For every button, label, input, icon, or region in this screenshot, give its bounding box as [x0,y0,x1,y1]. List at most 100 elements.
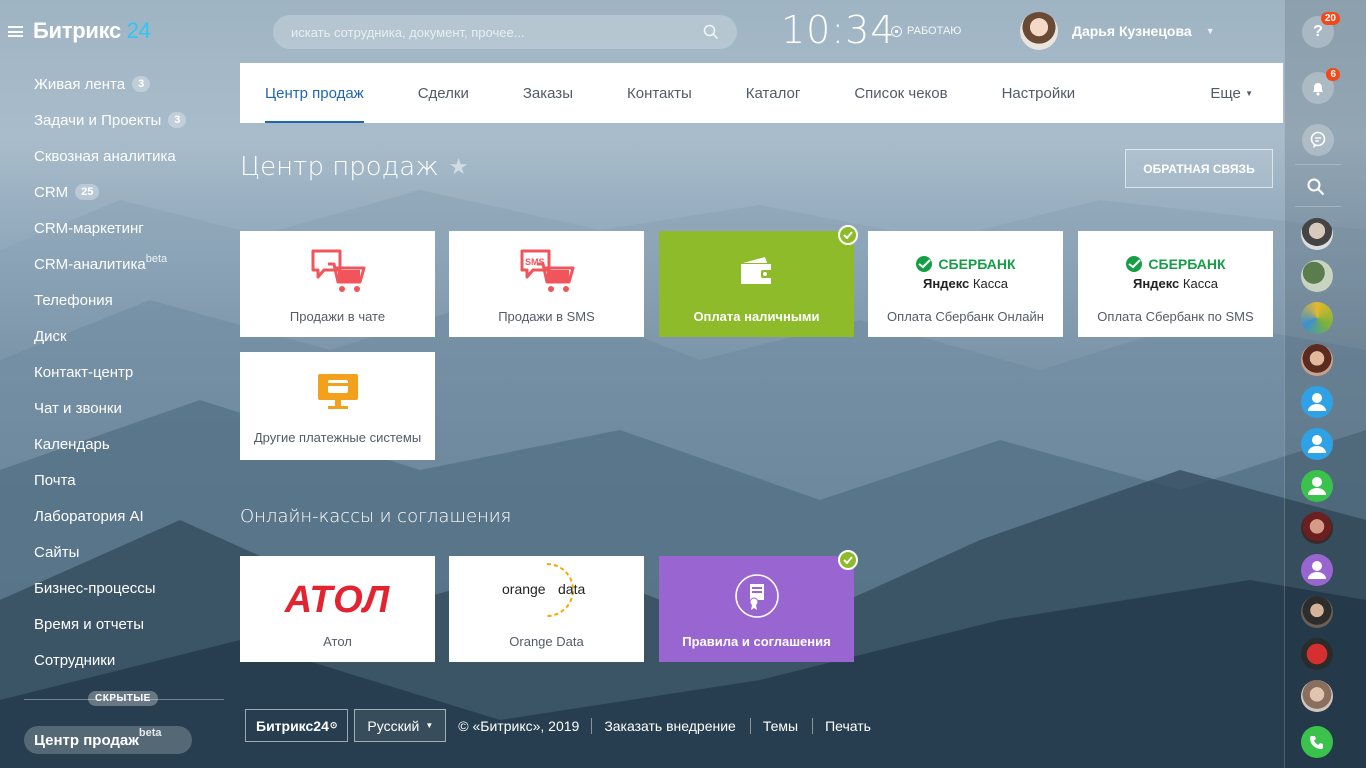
tile-atol[interactable]: АТОЛ Атол [240,556,435,662]
tile-sber-online[interactable]: СБЕРБАНК Яндекс Касса Оплата Сбербанк Он… [868,231,1063,337]
sidebar-item[interactable]: Время и отчеты [0,606,240,642]
contact-avatar[interactable] [1301,512,1333,544]
sidebar-item[interactable]: Календарь [0,426,240,462]
contact-avatar[interactable] [1301,596,1333,628]
logo-text: Битрикс [33,18,121,43]
sidebar-item[interactable]: Чат и звонки [0,390,240,426]
tab-orders[interactable]: Заказы [523,63,573,123]
user-icon [1308,435,1326,453]
tab-settings[interactable]: Настройки [1002,63,1076,123]
contact-avatar-default[interactable] [1301,428,1333,460]
tile-rules-agreements[interactable]: Правила и соглашения [659,550,858,662]
tile-cash-payment[interactable]: Оплата наличными [659,225,858,337]
language-label: Русский [367,717,420,734]
help-button[interactable]: ? 20 [1302,12,1340,48]
sms-cart-icon: SMS [520,249,574,292]
tile-label: Orange Data [509,634,584,649]
footer-logo[interactable]: Битрикс24 ⊙ [245,709,349,742]
menu-burger-icon[interactable] [8,25,23,37]
clock[interactable]: 10:34 [781,8,896,52]
work-status[interactable]: РАБОТАЮ [891,25,961,37]
notify-counter: 6 [1326,68,1340,81]
search-icon[interactable] [703,24,719,40]
sidebar-item[interactable]: Лаборатория AI [0,498,240,534]
sidebar-item[interactable]: Сайты [0,534,240,570]
sidebar-item[interactable]: CRM-маркетинг [0,210,240,246]
sidebar-item-label: Календарь [34,435,110,453]
contact-avatar-default[interactable] [1301,470,1333,502]
sidebar-item-label: Лаборатория AI [34,507,144,525]
checkmark-icon [838,225,858,245]
clock-icon: ⊙ [329,720,338,730]
sidebar-item-label: CRM-маркетинг [34,219,144,237]
user-name[interactable]: Дарья Кузнецова [1072,23,1192,39]
contact-avatar[interactable] [1301,344,1333,376]
section-title: Онлайн-кассы и соглашения [240,506,512,527]
call-button[interactable] [1301,726,1333,758]
sidebar-item-label: Диск [34,327,67,345]
divider [1295,164,1341,165]
contact-avatar[interactable] [1301,260,1333,292]
tile-sber-sms[interactable]: СБЕРБАНК Яндекс Касса Оплата Сбербанк по… [1078,231,1273,337]
contact-avatar-default[interactable] [1301,386,1333,418]
contact-avatar[interactable] [1301,218,1333,250]
tab-deals[interactable]: Сделки [418,63,469,123]
sidebar-item[interactable]: Задачи и Проекты 3 [0,102,240,138]
avatar[interactable] [1020,12,1058,50]
sidebar-item[interactable]: Диск [0,318,240,354]
sidebar-item[interactable]: Сотрудники [0,642,240,678]
sidebar-item[interactable]: Сквозная аналитика [0,138,240,174]
document-seal-icon [734,574,779,618]
messenger-button[interactable] [1302,124,1334,156]
footer-link-themes[interactable]: Темы [763,717,814,734]
yandex-logo-text: Яндекс [923,276,970,291]
right-sidebar: ? 20 6 [1284,0,1366,768]
tile-other-payment[interactable]: Другие платежные системы [240,352,435,460]
sberbank-logo-text: СБЕРБАНК [938,256,1016,272]
sidebar-item[interactable]: CRM-аналитика beta [0,246,240,282]
contact-avatar[interactable] [1301,302,1333,334]
beta-label: beta [138,727,162,739]
sidebar-item-label: Почта [34,471,76,489]
sberbank-icon [1126,256,1143,272]
language-select[interactable]: Русский ▼ [354,709,447,742]
sidebar-item[interactable]: Живая лента 3 [0,66,240,102]
data-logo-text: data [558,581,585,597]
hidden-label[interactable]: СКРЫТЫЕ [88,691,158,706]
notifications-button[interactable]: 6 [1302,68,1340,104]
sidebar-item-sales-center[interactable]: Центр продаж beta [24,726,192,754]
logo-number: 24 [126,18,151,43]
app-logo[interactable]: Битрикс 24 [8,18,151,44]
sidebar-item[interactable]: CRM 25 [0,174,240,210]
footer-link-order[interactable]: Заказать внедрение [604,717,751,734]
contact-avatar[interactable] [1301,638,1333,670]
tab-more[interactable]: Еще ▼ [1210,63,1253,123]
star-icon[interactable]: ★ [449,155,469,180]
user-menu[interactable]: Дарья Кузнецова ▼ [1020,12,1215,50]
user-icon [1308,393,1326,411]
tab-receipts[interactable]: Список чеков [854,63,947,123]
sberbank-logo: СБЕРБАНК [1125,255,1226,273]
tile-sms-sales[interactable]: SMS Продажи в SMS [449,231,644,337]
footer-brand: Битрикс24 [256,717,329,734]
feedback-button[interactable]: ОБРАТНАЯ СВЯЗЬ [1125,149,1273,188]
tile-label: Оплата наличными [693,309,820,324]
search-input[interactable] [291,24,703,40]
search-box[interactable] [273,15,737,49]
contact-avatar-default[interactable] [1301,554,1333,586]
chevron-down-icon[interactable]: ▼ [1206,26,1215,36]
tile-chat-sales[interactable]: Продажи в чате [240,231,435,337]
question-icon: ? [1313,23,1323,40]
sidebar-item[interactable]: Телефония [0,282,240,318]
tile-orange-data[interactable]: orange data Orange Data [449,556,644,662]
tab-contacts[interactable]: Контакты [627,63,692,123]
contact-avatar[interactable] [1301,680,1333,712]
sidebar-item[interactable]: Контакт-центр [0,354,240,390]
tab-sales-center[interactable]: Центр продаж [265,63,364,123]
chevron-down-icon: ▼ [425,721,434,730]
tab-catalog[interactable]: Каталог [746,63,801,123]
sidebar-item[interactable]: Почта [0,462,240,498]
search-icon[interactable] [1307,178,1325,201]
footer-link-print[interactable]: Печать [825,718,885,734]
sidebar-item[interactable]: Бизнес-процессы [0,570,240,606]
